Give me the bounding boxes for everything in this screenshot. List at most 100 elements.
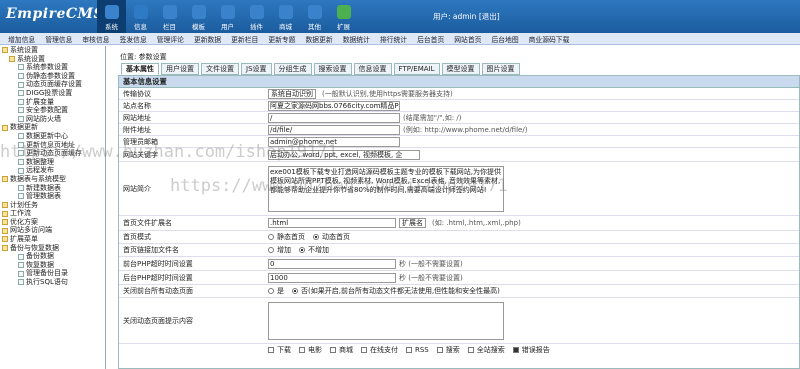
sidebar-item[interactable]: 更新信息页地址	[0, 141, 105, 150]
nav-item-3[interactable]: 模板	[184, 0, 213, 33]
closemod-checkbox[interactable]	[436, 347, 443, 353]
sidebar-item[interactable]: 动态页面缓存设置	[0, 80, 105, 89]
sidebar-item-label: 远程发布	[26, 166, 54, 175]
sidebar-item[interactable]: 系统参数设置	[0, 63, 105, 72]
sidebar-item[interactable]: 工作流	[0, 209, 105, 218]
tab-5[interactable]: 搜索设置	[313, 63, 352, 75]
closemod-checkbox[interactable]	[361, 347, 367, 353]
sidebar-item[interactable]: 新建数据表	[0, 184, 105, 193]
closedyn-no-radio[interactable]	[292, 288, 298, 294]
sidebar-item[interactable]: 扩展变量	[0, 98, 105, 107]
tab-3[interactable]: JS设置	[241, 63, 272, 75]
nav-item-6[interactable]: 商城	[271, 0, 300, 33]
sidebar-item[interactable]: 系统设置	[0, 55, 105, 64]
sidebar-item[interactable]: 扩展菜单	[0, 235, 105, 244]
closemod-checkbox[interactable]	[299, 347, 305, 353]
closemod-checkbox[interactable]	[406, 347, 412, 353]
nav-item-8[interactable]: 扩展	[329, 0, 358, 33]
sidebar-item[interactable]: 数据更新	[0, 123, 105, 132]
nav-label: 系统	[105, 23, 118, 31]
homemode-dynamic-radio[interactable]	[313, 234, 319, 240]
sidebar-item[interactable]: 管理数据表	[0, 192, 105, 201]
sidebar-item[interactable]: 数据更新中心	[0, 132, 105, 141]
subnav-link[interactable]: 数据更新	[306, 34, 333, 44]
attachurl-input[interactable]: /d/file/	[268, 124, 400, 135]
nav-item-5[interactable]: 插件	[242, 0, 271, 33]
nav-item-2[interactable]: 栏目	[155, 0, 184, 33]
ext-select[interactable]: 扩展名	[399, 218, 426, 228]
nav-item-7[interactable]: 其他	[300, 0, 329, 33]
homelink-noadd-radio[interactable]	[299, 247, 305, 253]
sidebar-item[interactable]: 更新动态页面缓存	[0, 149, 105, 158]
sidebar-item[interactable]: 执行SQL语句	[0, 278, 105, 287]
tab-9[interactable]: 图片设置	[481, 63, 520, 75]
tab-1[interactable]: 用户设置	[161, 63, 199, 75]
sidebar-item[interactable]: 计划任务	[0, 201, 105, 210]
breadcrumb: 位置: 参数设置	[120, 53, 167, 61]
tab-0[interactable]: 基本属性	[121, 63, 159, 75]
subnav-link[interactable]: 管理信息	[45, 34, 72, 44]
sidebar-item[interactable]: 系统设置	[0, 46, 105, 55]
sidebar-item[interactable]: 备份数据	[0, 252, 105, 261]
tab-4[interactable]: 分组生成	[273, 63, 312, 75]
row-ext: 首页文件扩展名 .html 扩展名 (如: .html,.htm,.xml,.php…	[119, 216, 799, 231]
row-siteurl: 网站地址 / (结尾需加"/",如: /)	[119, 112, 799, 124]
sidebar-item[interactable]: DIGG投票设置	[0, 89, 105, 98]
nav-item-4[interactable]: 用户	[213, 0, 242, 33]
subnav-link[interactable]: 数据统计	[343, 34, 370, 44]
sidebar-item[interactable]: 安全参数配置	[0, 106, 105, 115]
subnav-link[interactable]: 更新栏目	[231, 34, 258, 44]
keywords-input[interactable]: 后动办公, word, ppt, excel, 视频模板, 企	[268, 149, 420, 160]
nav-item-0[interactable]: 系统	[97, 0, 126, 33]
tab-2[interactable]: 文件设置	[201, 63, 239, 75]
closemod-checkbox[interactable]	[467, 347, 474, 353]
subnav-link[interactable]: 后台首页	[417, 34, 444, 44]
page-icon	[18, 193, 24, 200]
homemode-static-radio[interactable]	[268, 234, 274, 240]
sidebar-item[interactable]: 网站多访问端	[0, 226, 105, 235]
sidebar-item[interactable]: 数据表与系统模型	[0, 175, 105, 184]
tab-7[interactable]: FTP/EMAIL	[393, 63, 440, 75]
subnav-link[interactable]: 更新专题	[268, 34, 295, 44]
frontphp-hint: 秒 (一般不需要设置)	[399, 259, 463, 268]
logout-link[interactable]: [退出]	[479, 12, 500, 21]
tab-8[interactable]: 模型设置	[441, 63, 480, 75]
frontphp-input[interactable]: 0	[268, 258, 396, 269]
subnav-link[interactable]: 审核信息	[82, 34, 109, 44]
closetip-textarea[interactable]	[268, 301, 504, 340]
nav-label: 模板	[192, 23, 205, 31]
folder-icon	[2, 201, 8, 208]
subnav-link[interactable]: 商业源码下载	[529, 34, 570, 44]
closemod-option: 商城	[330, 345, 353, 355]
closedyn-yes-radio[interactable]	[268, 288, 274, 294]
subnav-link[interactable]: 管理评论	[157, 34, 184, 44]
transfer-select[interactable]: 系统自动识别	[268, 89, 316, 99]
sidebar-item-label: 系统设置	[10, 46, 38, 54]
sidebar-item[interactable]: 管理备份目录	[0, 269, 105, 278]
subnav-link[interactable]: 排行统计	[380, 34, 407, 44]
closedyn-yes-label: 是	[277, 287, 284, 295]
backphp-input[interactable]: 1000	[268, 272, 396, 283]
subnav-link[interactable]: 增加信息	[8, 34, 35, 44]
subnav-link[interactable]: 更新数据	[194, 34, 221, 44]
nav-label: 其他	[308, 23, 321, 31]
sitename-input[interactable]: 阿夏之家源码网bbs.0766city.com精品PPT模	[268, 100, 400, 111]
homelink-add-radio[interactable]	[268, 247, 274, 253]
closemod-checkbox[interactable]	[512, 347, 519, 353]
sidebar-item[interactable]: 远程发布	[0, 166, 105, 175]
nav-item-1[interactable]: 信息	[126, 0, 155, 33]
ext-input[interactable]: .html	[268, 218, 396, 228]
subnav-link[interactable]: 后台地图	[491, 34, 518, 44]
closemod-checkbox[interactable]	[330, 347, 336, 353]
sidebar-item[interactable]: 备份与恢复数据	[0, 244, 105, 253]
closemod-label: 电影	[308, 346, 322, 354]
subnav-link[interactable]: 网站首页	[454, 34, 481, 44]
closemod-checkbox[interactable]	[268, 347, 274, 353]
siteurl-input[interactable]: /	[268, 112, 400, 123]
subnav-link[interactable]: 签发信息	[120, 34, 147, 44]
sub-nav: 增加信息 管理信息 审核信息 签发信息 管理评论 更新数据 更新栏目 更新专题 数据更新 数据统计…	[0, 33, 800, 45]
intro-textarea[interactable]: exe001模板下载专业打造网站源码模板主题专业的模板下载网站,为你提供模板网站…	[268, 165, 504, 212]
tab-6[interactable]: 信息设置	[353, 63, 392, 75]
email-input[interactable]: admin@phome.net	[268, 136, 400, 147]
sidebar-item-label: 管理数据表	[26, 192, 61, 201]
